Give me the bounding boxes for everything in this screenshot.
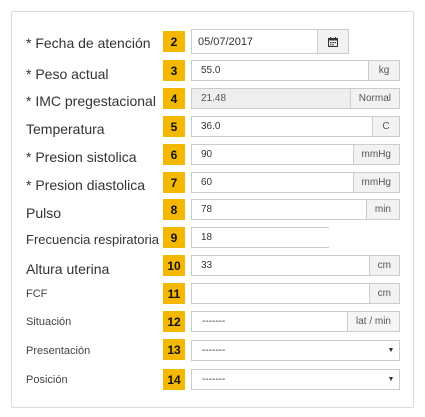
badge-14: 14: [163, 369, 185, 390]
fecha-atencion-label: * Fecha de atención: [26, 35, 151, 51]
situacion-select[interactable]: ------- lat / min: [191, 311, 400, 332]
presion-diastolica-label: * Presion diastolica: [26, 177, 146, 193]
badge-13: 13: [163, 339, 185, 360]
temperatura-input[interactable]: 36.0 C: [191, 116, 400, 137]
altura-uterina-unit: cm: [368, 256, 399, 275]
temperatura-label: Temperatura: [26, 121, 105, 137]
badge-7: 7: [163, 172, 185, 193]
frecuencia-respiratoria-value: 18: [201, 232, 213, 243]
badge-5: 5: [163, 116, 185, 137]
presion-sistolica-unit: mmHg: [352, 145, 399, 164]
presion-sistolica-input[interactable]: 90 mmHg: [191, 144, 400, 165]
badge-9: 9: [163, 227, 185, 248]
calendar-button[interactable]: [317, 30, 348, 53]
imc-label: * IMC pregestacional: [26, 93, 156, 109]
situacion-label: Situación: [26, 316, 72, 328]
pulso-value: 78: [201, 204, 213, 215]
fcf-value: [192, 284, 369, 303]
fecha-atencion-input[interactable]: 05/07/2017: [191, 29, 349, 54]
badge-12: 12: [163, 311, 185, 332]
presion-diastolica-unit: mmHg: [352, 173, 399, 192]
altura-uterina-value: 33: [201, 260, 213, 271]
situacion-unit: lat / min: [346, 312, 399, 331]
frecuencia-respiratoria-label: Frecuencia respiratoria: [26, 232, 159, 247]
chevron-down-icon: ▼: [387, 376, 395, 383]
fecha-atencion-value: 05/07/2017: [198, 35, 254, 48]
badge-3: 3: [163, 60, 185, 81]
altura-uterina-label: Altura uterina: [26, 261, 110, 277]
presentacion-value: -------: [202, 345, 226, 356]
presion-sistolica-value: 90: [201, 149, 213, 160]
posicion-label: Posición: [26, 374, 68, 386]
presion-diastolica-input[interactable]: 60 mmHg: [191, 172, 400, 193]
peso-unit: kg: [368, 61, 399, 80]
badge-10: 10: [163, 255, 185, 276]
badge-4: 4: [163, 88, 185, 109]
situacion-value: -------: [202, 316, 226, 327]
fcf-unit: cm: [368, 284, 399, 303]
pulso-label: Pulso: [26, 205, 62, 221]
calendar-icon: [328, 36, 338, 47]
presentacion-select[interactable]: ------- ▼: [191, 340, 400, 361]
pulso-unit: min: [365, 200, 399, 219]
presion-sistolica-label: * Presion sistolica: [26, 149, 137, 165]
peso-actual-value: 55.0: [201, 65, 221, 76]
chevron-down-icon: ▼: [387, 347, 395, 354]
imc-input: 21.48 Normal: [191, 88, 400, 109]
fcf-label: FCF: [26, 288, 48, 300]
altura-uterina-input[interactable]: 33 cm: [191, 255, 400, 276]
badge-6: 6: [163, 144, 185, 165]
badge-8: 8: [163, 199, 185, 220]
fcf-input[interactable]: cm: [191, 283, 400, 304]
peso-actual-label: * Peso actual: [26, 66, 109, 82]
temperatura-unit: C: [372, 117, 399, 136]
imc-value: 21.48: [201, 93, 227, 104]
presentacion-label: Presentación: [26, 345, 91, 357]
frecuencia-respiratoria-input[interactable]: 18: [191, 227, 329, 248]
badge-11: 11: [163, 283, 185, 304]
peso-actual-input[interactable]: 55.0 kg: [191, 60, 400, 81]
imc-status: Normal: [349, 89, 399, 108]
temperatura-value: 36.0: [201, 121, 221, 132]
presion-diastolica-value: 60: [201, 177, 213, 188]
badge-2: 2: [163, 31, 185, 52]
pulso-input[interactable]: 78 min: [191, 199, 400, 220]
posicion-select[interactable]: ------- ▼: [191, 369, 400, 390]
posicion-value: -------: [202, 374, 226, 385]
